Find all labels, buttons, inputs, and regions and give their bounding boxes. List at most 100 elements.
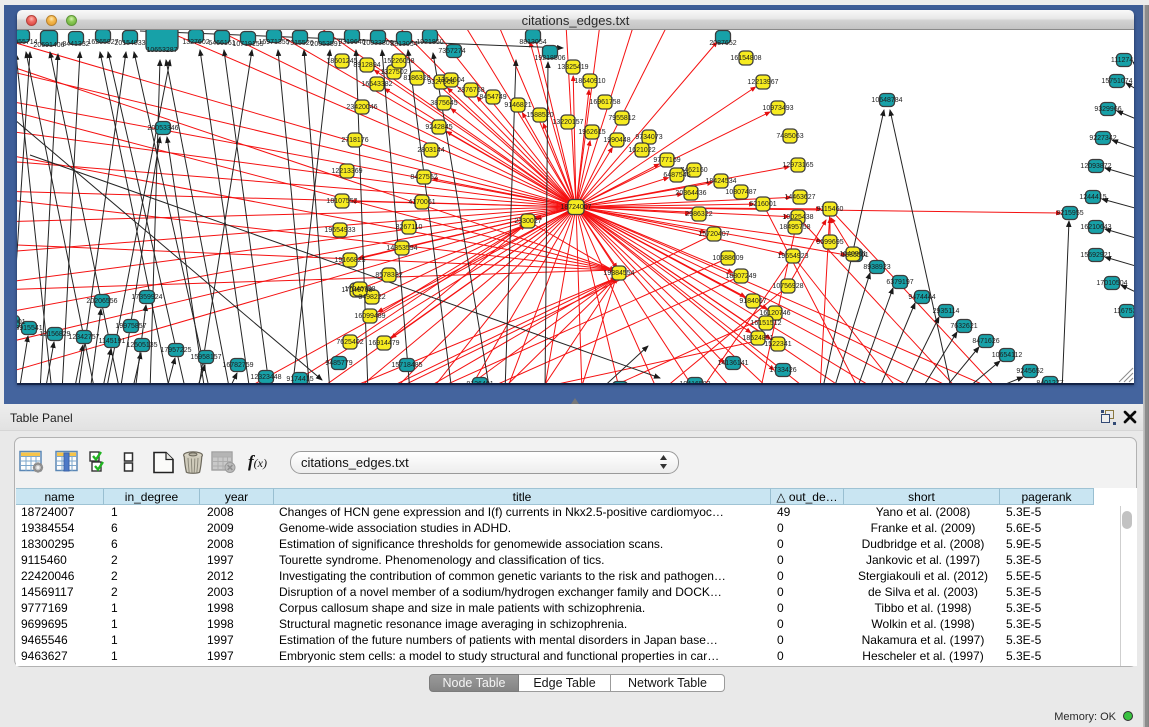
svg-text:10807487: 10807487 [725,189,756,196]
svg-text:15751074: 15751074 [1101,78,1132,85]
svg-text:1921850: 1921850 [416,39,443,46]
svg-text:10648784: 10648784 [871,97,902,104]
svg-text:8215955: 8215955 [1056,210,1083,217]
svg-text:2718176: 2718176 [341,137,368,144]
svg-text:2330027: 2330027 [514,218,541,225]
svg-text:8401277: 8401277 [1036,380,1063,383]
svg-text:8126401: 8126401 [466,381,493,383]
svg-text:9245652: 9245652 [1016,368,1043,375]
svg-text:23420046: 23420046 [346,104,377,111]
svg-text:1145191: 1145191 [99,338,126,345]
svg-text:15692921: 15692921 [1080,252,1111,259]
svg-text:1112741: 1112741 [1111,57,1134,64]
svg-text:19384554: 19384554 [603,270,634,277]
svg-text:9699695: 9699695 [816,239,843,246]
svg-text:4170061: 4170061 [408,199,435,206]
svg-text:1962615: 1962615 [578,129,605,136]
svg-text:19654923: 19654923 [777,253,808,260]
svg-text:7357274: 7357274 [438,48,465,55]
svg-text:10653287: 10653287 [146,47,177,54]
svg-text:16210643: 16210643 [1080,224,1111,231]
svg-text:8912894: 8912894 [353,62,380,69]
svg-text:18495758: 18495758 [779,224,810,231]
svg-text:7955812: 7955812 [608,115,635,122]
svg-text:9146821: 9146821 [504,102,531,109]
svg-text:12973165: 12973165 [782,162,813,169]
svg-text:8578332: 8578332 [375,272,402,279]
svg-text:9474444: 9474444 [908,294,935,301]
svg-text:20691406: 20691406 [33,42,64,49]
svg-text:12213967: 12213967 [747,79,778,86]
svg-text:16971355: 16971355 [258,39,289,46]
svg-text:18424534: 18424534 [705,178,736,185]
svg-text:3498222: 3498222 [358,294,385,301]
svg-text:7625402: 7625402 [336,339,363,346]
svg-text:1327602: 1327602 [182,39,209,46]
svg-text:19654933: 19654933 [324,227,355,234]
svg-text:1354604: 1354604 [437,77,464,84]
svg-text:15226058: 15226058 [383,58,414,65]
svg-text:10416582: 10416582 [679,381,710,383]
svg-text:15718485: 15718485 [391,362,422,369]
svg-text:15958157: 15958157 [190,354,221,361]
svg-text:7462160: 7462160 [680,167,707,174]
svg-text:17046798: 17046798 [344,286,375,293]
svg-text:12093872: 12093872 [1080,163,1111,170]
svg-text:10033809: 10033809 [362,40,393,47]
svg-text:6379197: 6379197 [886,279,913,286]
svg-text:12505135: 12505135 [126,342,157,349]
svg-text:8813054: 8813054 [390,41,417,48]
svg-text:20154033: 20154033 [114,40,145,47]
svg-text:3875645: 3875645 [430,100,457,107]
svg-text:16151512: 16151512 [750,320,781,327]
svg-text:17010504: 17010504 [1096,280,1127,287]
svg-text:16120746: 16120746 [759,310,790,317]
svg-text:3267110: 3267110 [396,224,423,231]
svg-text:13220157: 13220157 [552,119,583,126]
svg-text:15720407: 15720407 [698,231,729,238]
svg-text:14136141: 14136141 [717,360,748,367]
svg-text:6216001: 6216001 [749,201,776,208]
svg-text:10973493: 10973493 [762,105,793,112]
svg-text:1244415: 1244415 [1079,194,1106,201]
svg-text:2935114: 2935114 [933,308,960,315]
svg-text:13325419: 13325419 [557,64,588,71]
svg-text:8427552: 8427552 [410,174,437,181]
svg-text:20206556: 20206556 [86,298,117,305]
svg-text:12342757: 12342757 [68,334,99,341]
svg-text:1990448: 1990448 [603,137,630,144]
svg-text:14463627: 14463627 [784,194,815,201]
svg-text:19218506: 19218506 [534,55,565,62]
svg-text:19166825: 19166825 [334,257,365,264]
svg-text:18640910: 18640910 [574,78,605,85]
svg-text:2803144: 2803144 [417,147,444,154]
svg-text:8441332: 8441332 [62,41,89,48]
svg-text:8454749: 8454749 [479,94,506,101]
svg-text:10025438: 10025438 [782,214,813,221]
svg-text:16961758: 16961758 [589,99,620,106]
svg-text:10654112: 10654112 [992,352,1023,359]
svg-text:9115460: 9115460 [817,206,844,213]
svg-text:9777169: 9777169 [653,157,680,164]
svg-text:1167533: 1167533 [1114,308,1134,315]
svg-text:9184067: 9184067 [739,298,766,305]
svg-text:20364436: 20364436 [675,190,706,197]
svg-text:7485063: 7485063 [776,133,803,140]
svg-text:8813054: 8813054 [519,39,546,46]
svg-text:18724007: 18724007 [560,204,591,211]
svg-text:2087652: 2087652 [709,40,736,47]
svg-text:9227342: 9227342 [1089,135,1116,142]
svg-text:19975857: 19975857 [115,323,146,330]
svg-text:16099489: 16099489 [354,313,385,320]
svg-text:16543382: 16543382 [361,81,392,88]
svg-text:9734073: 9734073 [635,134,662,141]
svg-text:18807249: 18807249 [725,273,756,280]
svg-text:1522341: 1522341 [764,341,791,348]
svg-text:1588520: 1588520 [526,112,553,119]
svg-text:20053591: 20053591 [310,41,341,48]
svg-text:9174415: 9174415 [286,376,313,383]
svg-text:2986322: 2986322 [685,211,712,218]
svg-text:1640951: 1640951 [839,251,866,258]
svg-text:2876768: 2876768 [457,87,484,94]
svg-text:17957225: 17957225 [160,347,191,354]
